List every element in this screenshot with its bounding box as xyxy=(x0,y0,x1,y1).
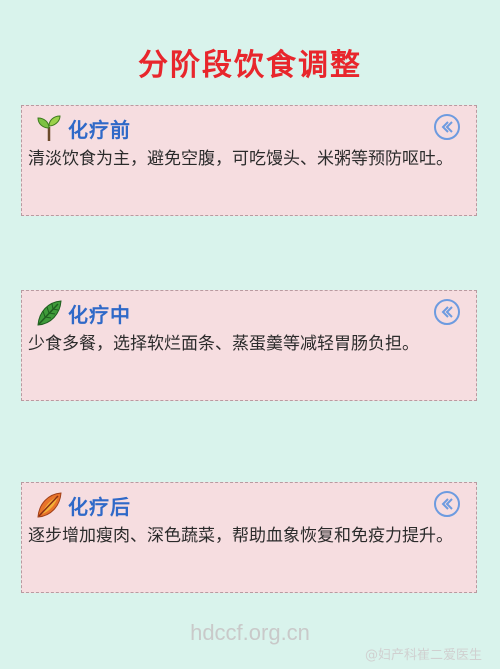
card-body: 逐步增加瘦肉、深色蔬菜，帮助血象恢复和免疫力提升。 xyxy=(28,526,453,546)
card-title: 化疗中 xyxy=(68,302,131,327)
leaf-icon xyxy=(34,298,64,328)
card-before-chemo: 化疗前 清淡饮食为主，避免空腹，可吃馒头、米粥等预防呕吐。 xyxy=(21,105,477,216)
card-header: 化疗后 xyxy=(34,489,131,521)
page-title: 分阶段饮食调整 xyxy=(138,48,362,83)
card-during-chemo: 化疗中 少食多餐，选择软烂面条、蒸蛋羹等减轻胃肠负担。 xyxy=(21,290,477,401)
card-body: 清淡饮食为主，避免空腹，可吃馒头、米粥等预防呕吐。 xyxy=(28,149,453,169)
sprout-icon xyxy=(34,113,64,143)
card-title: 化疗前 xyxy=(68,117,131,142)
watermark-url: hdccf.org.cn xyxy=(190,620,310,645)
card-body: 少食多餐，选择软烂面条、蒸蛋羹等减轻胃肠负担。 xyxy=(28,334,419,354)
watermark-credit: @妇产科崔二爱医生 xyxy=(364,648,482,663)
card-title: 化疗后 xyxy=(68,494,131,519)
card-after-chemo: 化疗后 逐步增加瘦肉、深色蔬菜，帮助血象恢复和免疫力提升。 xyxy=(21,482,477,593)
chevron-left-button[interactable] xyxy=(434,114,460,140)
chevron-left-button[interactable] xyxy=(434,299,460,325)
chevron-left-button[interactable] xyxy=(434,491,460,517)
autumn-leaf-icon xyxy=(34,490,64,520)
chevron-left-icon xyxy=(441,306,453,318)
chevron-left-icon xyxy=(441,498,453,510)
card-header: 化疗前 xyxy=(34,112,131,144)
card-header: 化疗中 xyxy=(34,297,131,329)
chevron-left-icon xyxy=(441,121,453,133)
